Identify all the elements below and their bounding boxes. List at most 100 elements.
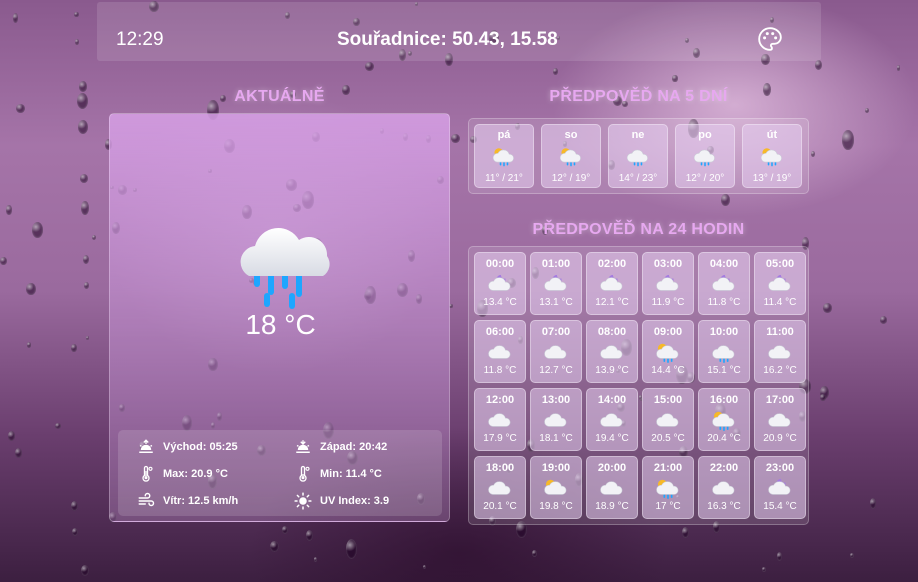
current-temperature: 18 °C	[245, 309, 316, 340]
hour-temp: 16.2 °C	[763, 365, 797, 376]
hourly-card: 20:00 18.9 °C	[586, 456, 638, 519]
hour-label: 13:00	[541, 394, 571, 406]
uv-row: UV Index: 3.9	[294, 492, 389, 510]
hourly-card: 16:00 20.4 °C	[698, 388, 750, 451]
hour-label: 19:00	[541, 462, 571, 474]
hourly-card: 10:00 15.1 °C	[698, 320, 750, 383]
day-temps: 12° / 20°	[685, 173, 725, 184]
wind-icon	[138, 492, 155, 507]
sun-cloud-rain-icon	[759, 145, 785, 167]
hour-temp: 11.8 °C	[483, 365, 517, 376]
cloud-icon	[485, 341, 515, 363]
hour-temp: 11.8 °C	[707, 297, 741, 308]
current-title: AKTUÁLNĚ	[234, 88, 325, 105]
hourly-card: 07:00 12.7 °C	[530, 320, 582, 383]
hourly-card: 09:00 14.4 °C	[642, 320, 694, 383]
day-temps: 11° / 21°	[485, 173, 523, 184]
sun-cloud-rain-icon	[653, 477, 683, 499]
hour-temp: 18.9 °C	[595, 501, 629, 512]
cloud-icon	[653, 409, 683, 431]
hour-label: 23:00	[765, 462, 795, 474]
moon-cloud-icon	[765, 477, 795, 499]
hour-temp: 20.9 °C	[763, 433, 797, 444]
details-panel: Východ: 05:25 Západ: 20:42 Max: 20.9 °C …	[118, 430, 442, 516]
hourly-card: 19:00 19.8 °C	[530, 456, 582, 519]
hour-label: 20:00	[597, 462, 627, 474]
min-row: Min: 11.4 °C	[294, 465, 382, 483]
hourly-card: 04:00 11.8 °C	[698, 252, 750, 315]
wind-text: Vítr: 12.5 km/h	[163, 495, 239, 507]
hourly-card: 15:00 20.5 °C	[642, 388, 694, 451]
daily-card: so 12° / 19°	[541, 124, 601, 188]
hour-label: 10:00	[709, 326, 739, 338]
sunrise-row: Východ: 05:25	[137, 438, 238, 456]
hour-temp: 14.4 °C	[651, 365, 685, 376]
hour-label: 03:00	[653, 258, 683, 270]
hour-temp: 13.1 °C	[539, 297, 573, 308]
max-text: Max: 20.9 °C	[163, 468, 228, 480]
moon-cloud-icon	[597, 273, 627, 295]
wind-row: Vítr: 12.5 km/h	[137, 492, 238, 510]
hour-temp: 19.8 °C	[539, 501, 573, 512]
min-text: Min: 11.4 °C	[320, 468, 382, 480]
cloud-icon	[597, 477, 627, 499]
cloud-rain-icon	[709, 341, 739, 363]
hour-label: 09:00	[653, 326, 683, 338]
hour-temp: 12.7 °C	[539, 365, 573, 376]
cloud-icon	[597, 409, 627, 431]
cloud-icon	[541, 409, 571, 431]
sun-cloud-icon	[541, 477, 571, 499]
hourly-card: 02:00 12.1 °C	[586, 252, 638, 315]
sunset-text: Západ: 20:42	[320, 441, 388, 453]
hour-label: 08:00	[597, 326, 627, 338]
hour-temp: 11.9 °C	[651, 297, 685, 308]
hourly-card: 12:00 17.9 °C	[474, 388, 526, 451]
cloud-icon	[765, 409, 795, 431]
hourly-card: 01:00 13.1 °C	[530, 252, 582, 315]
day-temps: 14° / 23°	[618, 173, 658, 184]
sun-uv-icon	[294, 492, 312, 510]
cloud-rain-icon	[692, 145, 718, 167]
hour-label: 22:00	[709, 462, 739, 474]
hour-label: 14:00	[597, 394, 627, 406]
day-label: po	[698, 129, 712, 141]
day-label: ne	[631, 129, 645, 141]
daily-title: PŘEDPOVĚĎ NA 5 DNÍ	[549, 88, 728, 105]
hourly-card: 18:00 20.1 °C	[474, 456, 526, 519]
top-bar: 12:29 Souřadnice: 50.43, 15.58	[97, 2, 821, 61]
hourly-card: 23:00 15.4 °C	[754, 456, 806, 519]
hour-temp: 15.1 °C	[707, 365, 741, 376]
daily-card: út 13° / 19°	[742, 124, 802, 188]
moon-cloud-icon	[485, 273, 515, 295]
hour-label: 02:00	[597, 258, 627, 270]
hour-temp: 12.1 °C	[595, 297, 629, 308]
palette-icon[interactable]	[757, 26, 783, 52]
hour-temp: 18.1 °C	[539, 433, 573, 444]
hour-temp: 16.3 °C	[707, 501, 741, 512]
hour-label: 17:00	[765, 394, 795, 406]
hour-temp: 20.4 °C	[707, 433, 741, 444]
sun-cloud-rain-icon	[709, 409, 739, 431]
cloud-icon	[541, 341, 571, 363]
sun-cloud-rain-icon	[558, 145, 584, 167]
sun-cloud-rain-icon	[653, 341, 683, 363]
day-temps: 13° / 19°	[752, 173, 792, 184]
hour-temp: 17 °C	[655, 501, 681, 512]
hour-temp: 20.5 °C	[651, 433, 685, 444]
hour-temp: 20.1 °C	[483, 501, 517, 512]
sunset-row: Západ: 20:42	[294, 438, 387, 456]
hourly-card: 17:00 20.9 °C	[754, 388, 806, 451]
hour-temp: 13.9 °C	[595, 365, 629, 376]
cloud-icon	[485, 409, 515, 431]
daily-card: pá 11° / 21°	[474, 124, 534, 188]
moon-cloud-icon	[653, 273, 683, 295]
hour-label: 15:00	[653, 394, 683, 406]
cloud-icon	[765, 341, 795, 363]
hour-label: 01:00	[541, 258, 571, 270]
day-label: út	[766, 129, 778, 141]
day-label: pá	[497, 129, 511, 141]
daily-card: ne 14° / 23°	[608, 124, 668, 188]
day-temps: 12° / 19°	[551, 173, 591, 184]
sun-cloud-rain-icon	[491, 145, 517, 167]
hourly-card: 13:00 18.1 °C	[530, 388, 582, 451]
